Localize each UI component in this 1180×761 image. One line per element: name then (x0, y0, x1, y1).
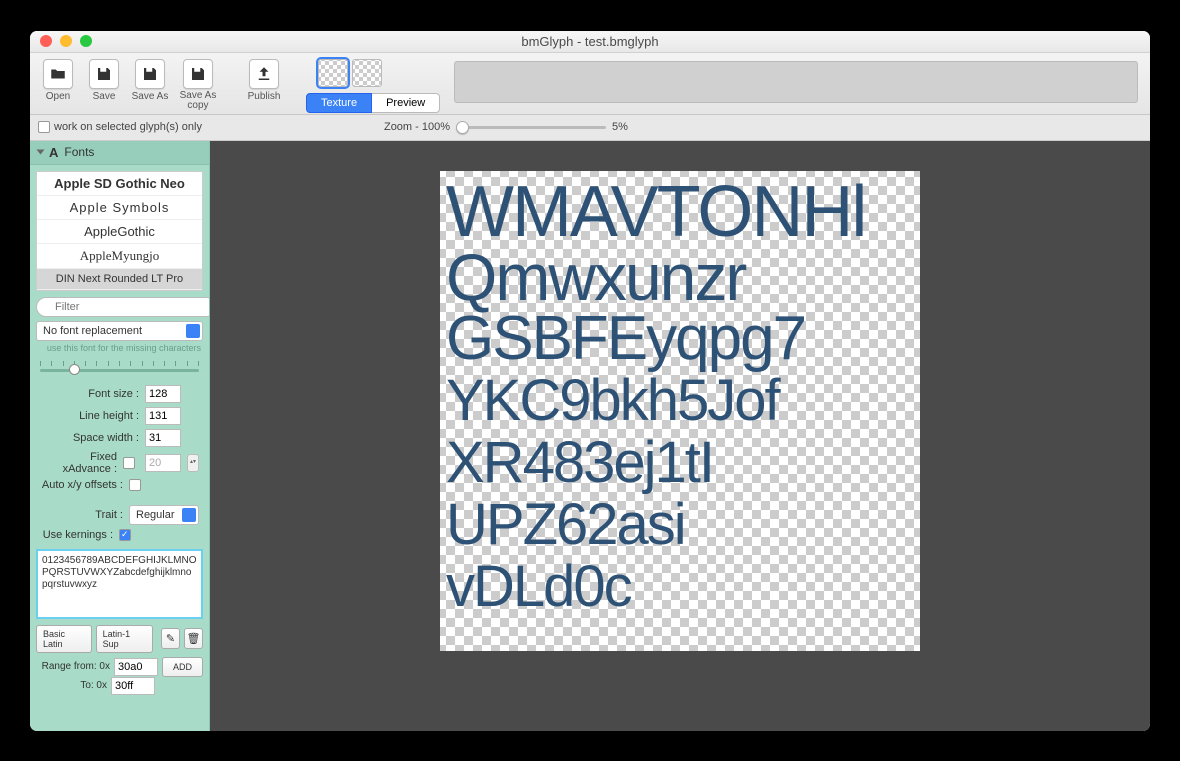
range-from-label: Range from: 0x (36, 661, 110, 672)
window-title: bmGlyph - test.bmglyph (30, 34, 1150, 49)
fixed-xadvance-input[interactable] (145, 454, 181, 472)
save-as-copy-button[interactable]: Save As copy (176, 59, 220, 111)
texture-canvas[interactable]: WMAVTONHl Qmwxunzr GSBFEyqpg7 YKC9bkh5Jo… (210, 141, 1150, 731)
save-as-icon (135, 59, 165, 89)
zoom-label: Zoom - 100% (384, 121, 450, 133)
range-to-input[interactable] (111, 677, 155, 695)
minimize-icon[interactable] (60, 35, 72, 47)
stepper[interactable]: ▴▾ (187, 454, 199, 472)
open-button[interactable]: Open (38, 59, 78, 102)
save-button[interactable]: Save (84, 59, 124, 102)
font-item[interactable]: Apple SD Gothic Neo (37, 172, 202, 196)
line-height-input[interactable] (145, 407, 181, 425)
space-width-input[interactable] (145, 429, 181, 447)
tab-preview[interactable]: Preview (372, 93, 440, 113)
trait-label: Trait : (40, 509, 123, 521)
latin1-sup-button[interactable]: Latin-1 Sup (96, 625, 153, 653)
thumb-1[interactable] (318, 59, 348, 87)
auto-offsets-checkbox[interactable] (129, 479, 141, 491)
glyph-row: XR483ej1tI (446, 429, 713, 496)
glyph-row: GSBFEyqpg7 (446, 303, 805, 374)
font-item[interactable]: AppleGothic (37, 220, 202, 244)
view-tabs: Texture Preview (306, 93, 440, 113)
delete-button[interactable]: 🗑 (184, 628, 203, 649)
fixed-xadvance-label: Fixed xAdvance : (40, 451, 117, 475)
publish-icon (249, 59, 279, 89)
basic-latin-button[interactable]: Basic Latin (36, 625, 92, 653)
font-item[interactable]: Apple Symbols (37, 196, 202, 220)
characters-textarea[interactable]: 0123456789ABCDEFGHIJKLMNOPQRSTUVWXYZabcd… (36, 549, 203, 619)
trait-select[interactable]: Regular (129, 505, 199, 525)
font-item-selected[interactable]: DIN Next Rounded LT Pro (37, 269, 202, 290)
zoom-icon[interactable] (80, 35, 92, 47)
traffic-lights (40, 35, 92, 47)
use-kernings-label: Use kernings : (40, 529, 113, 541)
slider-thumb[interactable] (69, 364, 80, 375)
subbar: work on selected glyph(s) only Zoom - 10… (30, 115, 1150, 141)
font-replacement-select[interactable]: No font replacement (36, 321, 203, 341)
folder-open-icon (43, 59, 73, 89)
titlebar: bmGlyph - test.bmglyph (30, 31, 1150, 53)
toolbar-infobar (454, 61, 1138, 103)
weight-slider[interactable] (40, 361, 199, 375)
slider-thumb[interactable] (456, 121, 469, 134)
sidebar: A Fonts Apple SD Gothic Neo Apple Symbol… (30, 141, 210, 731)
publish-button[interactable]: Publish (244, 59, 284, 102)
tab-texture[interactable]: Texture (306, 93, 372, 113)
app-window: bmGlyph - test.bmglyph Open Save Save As… (30, 31, 1150, 731)
add-range-button[interactable]: ADD (162, 657, 203, 677)
use-kernings-checkbox[interactable] (119, 529, 131, 541)
zoom-slider[interactable] (456, 126, 606, 129)
texture-atlas: WMAVTONHl Qmwxunzr GSBFEyqpg7 YKC9bkh5Jo… (440, 171, 920, 651)
fixed-xadvance-checkbox[interactable] (123, 457, 135, 469)
content: A Fonts Apple SD Gothic Neo Apple Symbol… (30, 141, 1150, 731)
auto-offsets-label: Auto x/y offsets : (40, 479, 123, 491)
work-on-selected-checkbox[interactable]: work on selected glyph(s) only (38, 121, 202, 133)
preview-thumbs (318, 59, 440, 87)
chevron-down-icon (37, 150, 45, 155)
save-icon (89, 59, 119, 89)
save-as-button[interactable]: Save As (130, 59, 170, 102)
zoom-control: Zoom - 100% 5% (384, 121, 628, 133)
wand-icon: ✎ (166, 633, 175, 645)
tools-button[interactable]: ✎ (161, 628, 180, 649)
toolbar: Open Save Save As Save As copy Publish T… (30, 53, 1150, 115)
line-height-label: Line height : (40, 410, 139, 422)
replacement-hint: use this font for the missing characters (38, 343, 201, 353)
font-list[interactable]: Apple SD Gothic Neo Apple Symbols AppleG… (36, 171, 203, 291)
glyph-row: UPZ62asi (446, 491, 685, 558)
glyph-row: YKC9bkh5Jof (446, 367, 779, 434)
font-icon: A (49, 145, 58, 160)
trash-icon: 🗑 (187, 633, 201, 645)
thumb-2[interactable] (352, 59, 382, 87)
font-item[interactable]: AppleMyungjo (37, 244, 202, 269)
range-to-label: To: 0x (36, 680, 107, 691)
space-width-label: Space width : (40, 432, 139, 444)
fonts-header[interactable]: A Fonts (30, 141, 209, 165)
save-copy-icon (183, 59, 213, 89)
zoom-value: 5% (612, 121, 628, 133)
font-size-input[interactable] (145, 385, 181, 403)
font-filter-input[interactable] (36, 297, 210, 317)
range-from-input[interactable] (114, 658, 158, 676)
glyph-row: vDLd0c (446, 553, 631, 620)
font-size-label: Font size : (40, 388, 139, 400)
close-icon[interactable] (40, 35, 52, 47)
font-filter-wrap (36, 297, 210, 317)
